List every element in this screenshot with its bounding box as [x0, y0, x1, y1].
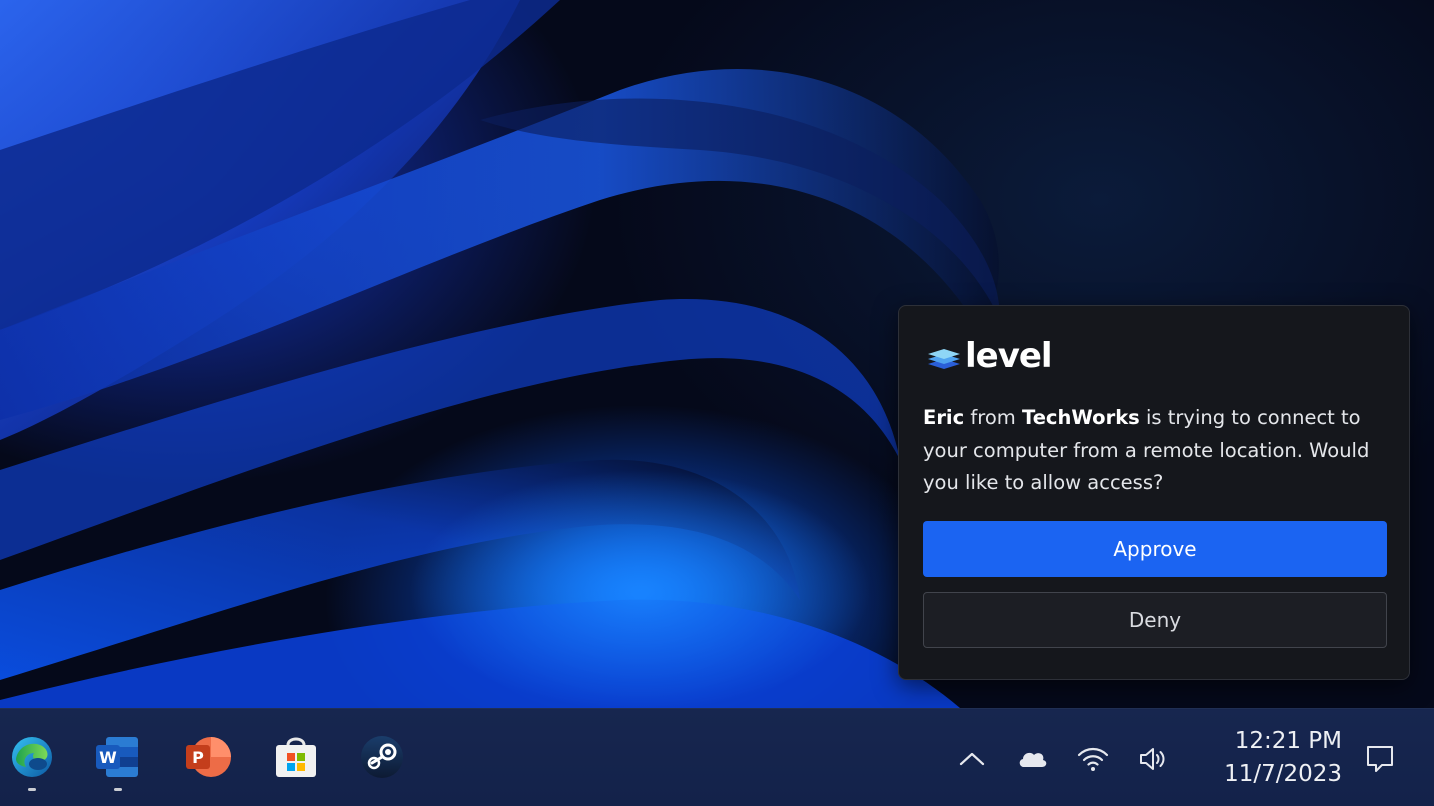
level-logo-icon	[928, 349, 960, 369]
deny-button[interactable]: Deny	[923, 592, 1387, 648]
svg-text:W: W	[99, 748, 117, 767]
notification-message: Eric from TechWorks is trying to connect…	[923, 402, 1393, 500]
clock-time: 12:21 PM	[1234, 728, 1342, 754]
taskbar: W P 12:21 PM 11/7/2023	[0, 708, 1434, 806]
cloud-icon	[1019, 752, 1047, 767]
from-word: from	[970, 406, 1016, 429]
taskbar-app-powerpoint[interactable]: P	[184, 733, 232, 781]
word-icon: W	[96, 737, 138, 777]
network-tray-button[interactable]	[1076, 743, 1110, 775]
message-icon	[1367, 746, 1393, 772]
desktop: level Eric from TechWorks is trying to c…	[0, 0, 1434, 806]
remote-access-notification: level Eric from TechWorks is trying to c…	[898, 305, 1410, 680]
svg-text:P: P	[192, 748, 204, 767]
requesting-user: Eric	[923, 406, 965, 429]
volume-tray-button[interactable]	[1136, 743, 1170, 775]
brand-logo: level	[927, 336, 1053, 376]
taskbar-app-edge[interactable]	[8, 733, 56, 781]
taskbar-app-steam[interactable]	[358, 733, 406, 781]
brand-name: level	[965, 336, 1053, 376]
steam-icon	[361, 736, 403, 778]
onedrive-tray-button[interactable]	[1015, 743, 1049, 775]
notification-center-button[interactable]	[1362, 741, 1398, 777]
requesting-organization: TechWorks	[1021, 406, 1140, 429]
volume-icon	[1140, 748, 1165, 770]
edge-icon	[12, 737, 52, 777]
show-hidden-icons-button[interactable]	[955, 743, 989, 775]
powerpoint-icon: P	[186, 737, 231, 777]
word-running-indicator	[114, 788, 122, 791]
edge-running-indicator	[28, 788, 36, 791]
taskbar-app-word[interactable]: W	[94, 733, 142, 781]
store-icon	[276, 737, 316, 777]
chevron-up-icon	[959, 752, 985, 766]
taskbar-app-store[interactable]	[272, 733, 320, 781]
taskbar-clock[interactable]: 12:21 PM 11/7/2023	[1196, 725, 1342, 791]
clock-date: 11/7/2023	[1224, 761, 1342, 787]
approve-button[interactable]: Approve	[923, 521, 1387, 577]
wifi-icon	[1077, 747, 1109, 771]
